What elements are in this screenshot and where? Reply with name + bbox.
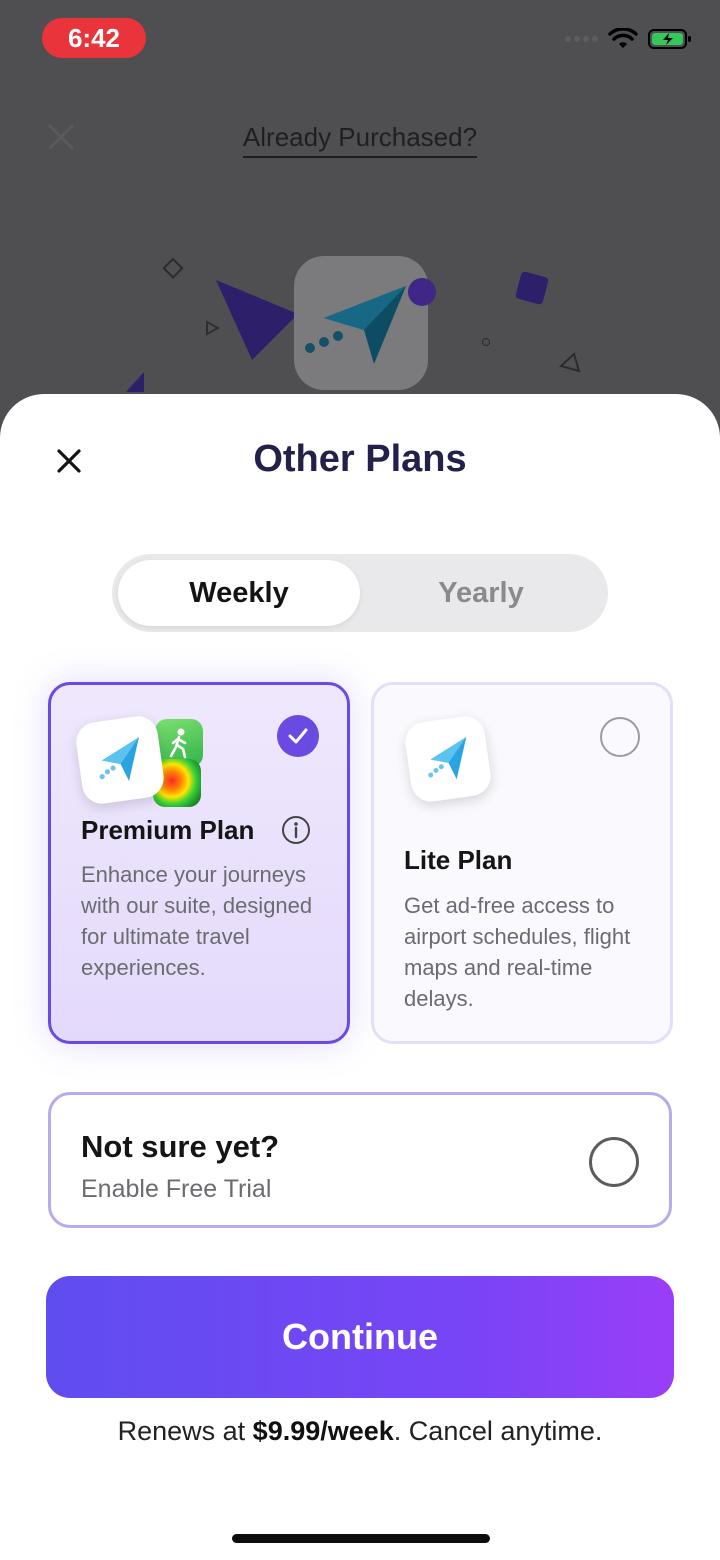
ring-decoration bbox=[482, 338, 490, 346]
continue-button[interactable]: Continue bbox=[46, 1276, 674, 1398]
segment-yearly[interactable]: Yearly bbox=[360, 560, 602, 626]
dot-decoration bbox=[408, 278, 436, 306]
renewal-notice: Renews at $9.99/week. Cancel anytime. bbox=[0, 1416, 720, 1447]
free-trial-option[interactable]: Not sure yet? Enable Free Trial bbox=[48, 1092, 672, 1228]
corner-triangle-decoration bbox=[126, 372, 144, 392]
square-decoration bbox=[515, 271, 549, 305]
premium-plan-description: Enhance your journeys with our suite, de… bbox=[81, 862, 313, 980]
lite-plan-card[interactable]: Lite Plan Get ad-free access to airport … bbox=[371, 682, 673, 1044]
premium-plan-card[interactable]: Premium Plan Enhance your journeys with … bbox=[48, 682, 350, 1044]
status-indicators bbox=[565, 28, 692, 50]
premium-plan-name: Premium Plan bbox=[81, 815, 255, 845]
selected-check-icon bbox=[277, 715, 319, 757]
renew-price: $9.99/week bbox=[252, 1416, 394, 1446]
home-indicator[interactable] bbox=[232, 1534, 490, 1543]
lite-plan-description: Get ad-free access to airport schedules,… bbox=[404, 893, 631, 1011]
lite-plan-radio[interactable] bbox=[600, 717, 640, 757]
billing-period-toggle: Weekly Yearly bbox=[112, 554, 608, 632]
trial-title: Not sure yet? bbox=[81, 1129, 280, 1164]
flight-app-icon bbox=[73, 713, 167, 807]
other-plans-sheet: Other Plans Weekly Yearly Premium Plan E… bbox=[0, 394, 720, 1560]
triangle-decoration bbox=[216, 280, 298, 360]
lite-plan-name: Lite Plan bbox=[404, 845, 513, 875]
flight-app-icon bbox=[402, 713, 494, 805]
diamond-decoration bbox=[162, 257, 184, 279]
trial-subtitle: Enable Free Trial bbox=[81, 1175, 272, 1203]
battery-icon bbox=[648, 28, 692, 50]
segment-weekly[interactable]: Weekly bbox=[118, 560, 360, 626]
info-icon[interactable] bbox=[281, 815, 311, 845]
small-triangle-decoration bbox=[206, 320, 220, 336]
sheet-title: Other Plans bbox=[253, 438, 467, 480]
status-time: 6:42 bbox=[42, 18, 146, 58]
renew-suffix: . Cancel anytime. bbox=[393, 1416, 603, 1446]
signal-icon bbox=[565, 36, 598, 42]
renew-prefix: Renews at bbox=[117, 1416, 253, 1446]
wifi-icon bbox=[608, 28, 638, 50]
already-purchased-link: Already Purchased? bbox=[0, 122, 720, 158]
app-logo bbox=[294, 256, 428, 390]
outline-triangle-decoration bbox=[559, 352, 581, 373]
trial-radio[interactable] bbox=[589, 1137, 639, 1187]
